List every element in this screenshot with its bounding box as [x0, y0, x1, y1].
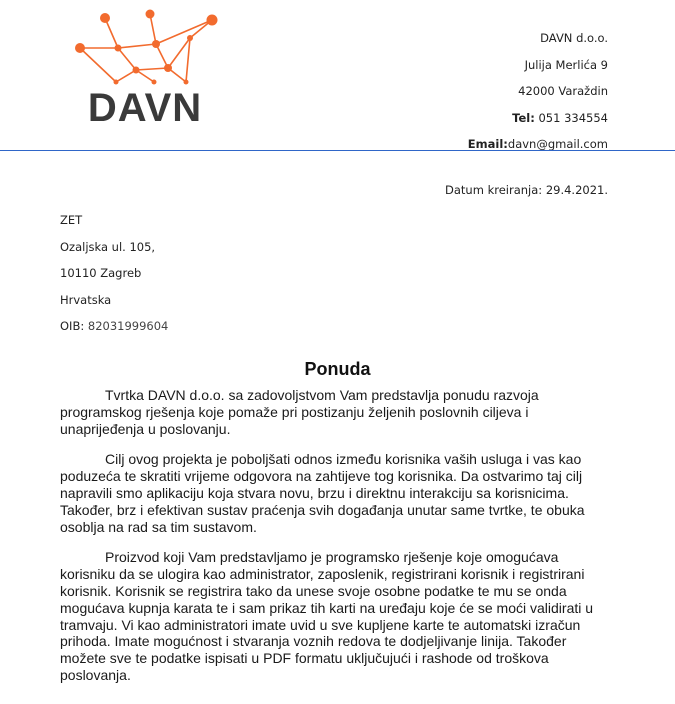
recipient-name: ZET	[60, 213, 83, 227]
creation-date: Datum kreiranja: 29.4.2021.	[445, 183, 608, 197]
company-logo: DAVN	[70, 8, 220, 133]
phone-value: 051 334554	[534, 110, 608, 125]
document-title: Ponuda	[304, 359, 371, 379]
email-label: Email:	[467, 137, 508, 151]
recipient-city: 10110 Zagreb	[60, 266, 142, 280]
company-phone: Tel: 051 334554	[468, 105, 608, 132]
recipient-oib: OIB: 82031999604	[60, 313, 168, 340]
recipient-address-block: ZET Ozaljska ul. 105, 10110 Zagreb Hrvat…	[60, 207, 168, 340]
network-logo-icon: DAVN	[75, 9, 218, 130]
body-paragraph: Proizvod koji Vam predstavljamo je progr…	[60, 549, 594, 683]
company-street: Julija Merlića 9	[524, 57, 608, 72]
company-name: DAVN d.o.o.	[540, 31, 608, 45]
body-paragraph: Cilj ovog projekta je poboljšati odnos i…	[60, 451, 585, 535]
oib-label: OIB:	[60, 319, 88, 333]
body-paragraph: Tvrtka DAVN d.o.o. sa zadovoljstvom Vam …	[60, 387, 539, 437]
recipient-street: Ozaljska ul. 105,	[60, 239, 156, 254]
document-body: Tvrtka DAVN d.o.o. sa zadovoljstvom Vam …	[60, 387, 605, 698]
company-city: 42000 Varaždin	[518, 84, 608, 98]
logo-text: DAVN	[88, 86, 202, 130]
recipient-country: Hrvatska	[60, 292, 112, 307]
header-divider	[0, 150, 675, 151]
company-email: Email:davn@gmail.com	[468, 131, 608, 158]
phone-label: Tel:	[512, 110, 535, 125]
email-value: davn@gmail.com	[507, 137, 608, 151]
company-address-block: DAVN d.o.o. Julija Merlića 9 42000 Varaž…	[468, 25, 608, 158]
oib-value: 82031999604	[87, 319, 169, 333]
